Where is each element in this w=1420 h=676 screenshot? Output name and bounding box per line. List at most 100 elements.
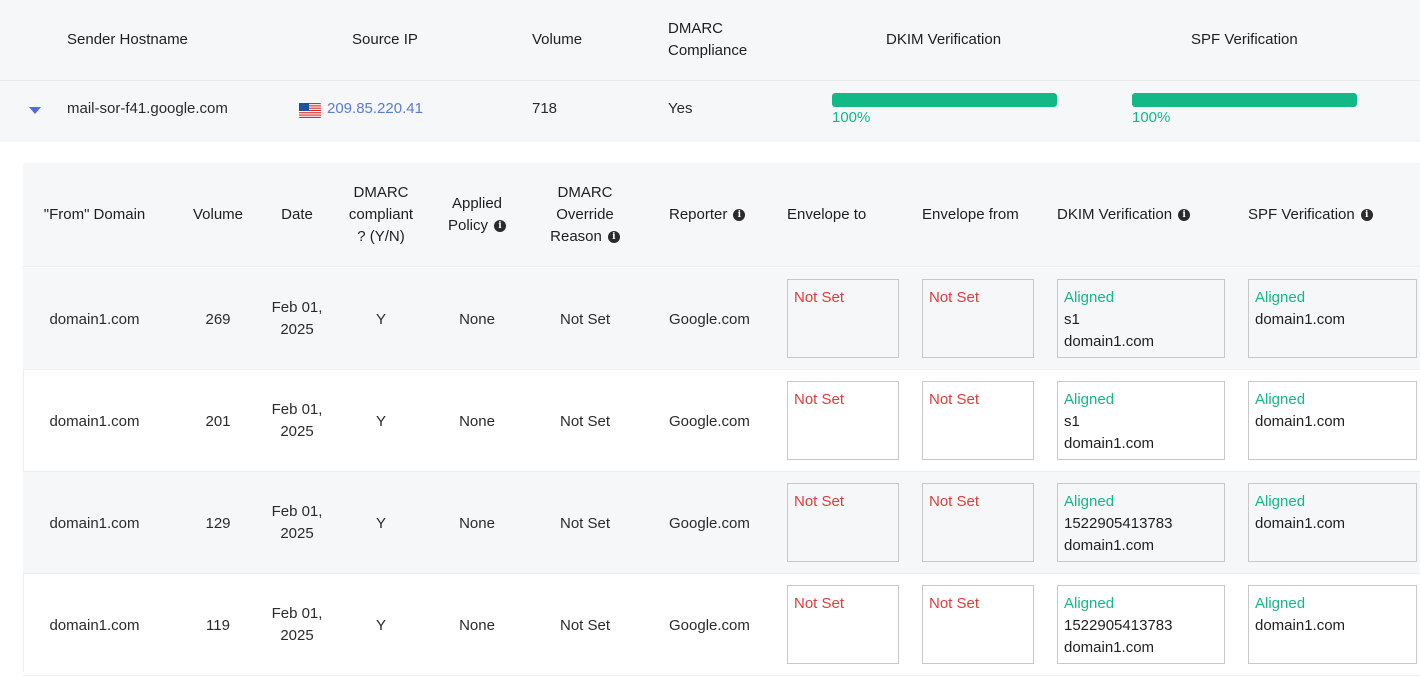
row-compliant: Y — [375, 616, 386, 634]
row-date-l1: Feb 01, — [271, 401, 323, 418]
envelope-from-box: Not Set — [922, 381, 1034, 460]
table-row[interactable]: domain1.com 201 Feb 01, 2025 Y None Not … — [23, 370, 1420, 472]
row-override: Not Set — [559, 412, 611, 430]
header-dmarc-compliant-l3: ? (Y/N) — [357, 228, 405, 245]
header-dkim-verification[interactable]: DKIM Verification — [886, 29, 1001, 51]
header-dmarc-compliance[interactable]: DMARC Compliance — [668, 18, 747, 62]
header-override-l3-wrap: Reason i — [550, 226, 620, 248]
row-volume: 129 — [205, 514, 231, 532]
header-dmarc-compliant[interactable]: DMARC compliant ? (Y/N) — [336, 163, 426, 267]
row-date-l2: 2025 — [280, 525, 314, 542]
spf-domain: domain1.com — [1255, 515, 1346, 532]
header-dmarc-override-reason[interactable]: DMARC Override Reason i — [530, 163, 640, 267]
spf-status: Aligned — [1255, 391, 1306, 408]
dkim-result-box: Aligned 1522905413783 domain1.com — [1057, 585, 1225, 664]
from-domain: domain1.com — [49, 310, 140, 328]
dkim-domain: domain1.com — [1064, 537, 1155, 554]
row-date-l1: Feb 01, — [271, 503, 323, 520]
spf-progress-bar — [1132, 93, 1357, 107]
envelope-to-value: Not Set — [794, 391, 845, 408]
row-date-l1: Feb 01, — [271, 605, 323, 622]
header-from-domain[interactable]: "From" Domain — [23, 163, 166, 267]
envelope-to-box: Not Set — [787, 279, 899, 358]
header-applied-policy-l1: Applied — [451, 195, 503, 212]
row-override: Not Set — [559, 616, 611, 634]
sender-hostname: mail-sor-f41.google.com — [67, 100, 228, 117]
dkim-status: Aligned — [1064, 289, 1115, 306]
info-icon[interactable]: i — [733, 209, 746, 221]
row-date-l2: 2025 — [280, 321, 314, 338]
dkim-selector: 1522905413783 — [1064, 515, 1173, 532]
envelope-to-value: Not Set — [794, 493, 845, 510]
info-icon[interactable]: i — [1178, 209, 1191, 221]
row-date-l2: 2025 — [280, 627, 314, 644]
header-dmarc-compliant-l1: DMARC — [353, 184, 409, 201]
row-policy: None — [459, 310, 495, 328]
envelope-from-value: Not Set — [929, 493, 980, 510]
row-date: Feb 01, 2025 — [257, 574, 337, 676]
envelope-to-box: Not Set — [787, 483, 899, 562]
header-envelope-from[interactable]: Envelope from — [922, 163, 1019, 267]
header-envelope-to[interactable]: Envelope to — [787, 163, 866, 267]
envelope-from-box: Not Set — [922, 483, 1034, 562]
dkim-domain: domain1.com — [1064, 435, 1155, 452]
dkim-status: Aligned — [1064, 595, 1115, 612]
header-source-ip[interactable]: Source IP — [352, 29, 418, 51]
spf-result-box: Aligned domain1.com — [1248, 279, 1417, 358]
row-date: Feb 01, 2025 — [257, 472, 337, 574]
row-compliant: Y — [375, 412, 386, 430]
spf-status: Aligned — [1255, 289, 1306, 306]
header-dmarc-compliance-line1: DMARC — [668, 20, 723, 37]
row-reporter: Google.com — [669, 412, 750, 430]
row-date-l2: 2025 — [280, 423, 314, 440]
table-row[interactable]: domain1.com 119 Feb 01, 2025 Y None Not … — [23, 574, 1420, 676]
table-row[interactable]: domain1.com 129 Feb 01, 2025 Y None Not … — [23, 472, 1420, 574]
row-volume: 119 — [206, 616, 230, 634]
row-date: Feb 01, 2025 — [257, 370, 337, 472]
envelope-from-value: Not Set — [929, 289, 980, 306]
spf-status: Aligned — [1255, 595, 1306, 612]
dkim-status: Aligned — [1064, 391, 1115, 408]
header-detail-spf[interactable]: SPF Verification i — [1248, 163, 1373, 267]
spf-status: Aligned — [1255, 493, 1306, 510]
info-icon[interactable]: i — [494, 220, 506, 233]
header-spf-verification[interactable]: SPF Verification — [1191, 29, 1298, 51]
header-dmarc-compliant-l2: compliant — [348, 206, 414, 223]
caret-down-icon[interactable] — [29, 107, 41, 114]
spf-progress-fill — [1132, 93, 1357, 107]
info-icon[interactable]: i — [1360, 209, 1373, 221]
row-date-l1: Feb 01, — [271, 299, 323, 316]
dkim-result-box: Aligned s1 domain1.com — [1057, 279, 1225, 358]
dkim-progress-fill — [832, 93, 1057, 107]
row-policy: None — [459, 514, 495, 532]
header-reporter-label: Reporter — [669, 206, 728, 223]
source-ip-link[interactable]: 209.85.220.41 — [327, 100, 423, 117]
dkim-progress-bar — [832, 93, 1057, 107]
row-policy: None — [459, 412, 495, 430]
header-detail-dkim-label: DKIM Verification — [1057, 206, 1173, 223]
row-compliant: Y — [375, 310, 386, 328]
us-flag-icon — [299, 103, 321, 118]
envelope-from-value: Not Set — [929, 595, 980, 612]
header-detail-dkim[interactable]: DKIM Verification i — [1057, 163, 1191, 267]
row-reporter: Google.com — [669, 310, 750, 328]
info-icon[interactable]: i — [607, 231, 620, 244]
spf-domain: domain1.com — [1255, 617, 1346, 634]
header-detail-volume[interactable]: Volume — [173, 163, 263, 267]
row-reporter: Google.com — [669, 514, 750, 532]
table-row[interactable]: domain1.com 269 Feb 01, 2025 Y None Not … — [23, 268, 1420, 370]
spf-domain: domain1.com — [1255, 311, 1346, 328]
envelope-to-value: Not Set — [794, 289, 845, 306]
row-date: Feb 01, 2025 — [257, 268, 337, 370]
header-sender-hostname[interactable]: Sender Hostname — [67, 29, 188, 51]
row-compliant: Y — [375, 514, 386, 532]
header-reporter[interactable]: Reporter i — [669, 163, 746, 267]
header-applied-policy[interactable]: Applied Policy i — [432, 163, 522, 267]
envelope-from-value: Not Set — [929, 391, 980, 408]
dkim-percent-label: 100% — [832, 109, 871, 126]
header-date[interactable]: Date — [257, 163, 337, 267]
sender-volume: 718 — [532, 100, 558, 117]
header-volume[interactable]: Volume — [532, 29, 582, 51]
dkim-result-box: Aligned 1522905413783 domain1.com — [1057, 483, 1225, 562]
from-domain: domain1.com — [49, 412, 140, 430]
